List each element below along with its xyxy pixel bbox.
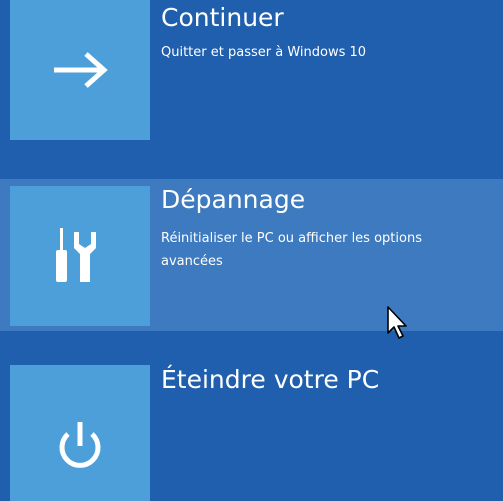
- tools-icon: [56, 228, 96, 282]
- mouse-cursor-icon: [387, 306, 407, 339]
- power-icon: [59, 422, 101, 468]
- option-continue[interactable]: Continuer Quitter et passer à Windows 10: [0, 0, 503, 154]
- option-troubleshoot-title: Dépannage: [161, 185, 306, 214]
- boot-options-screen: Continuer Quitter et passer à Windows 10…: [0, 0, 503, 501]
- option-continue-description: Quitter et passer à Windows 10: [161, 45, 367, 60]
- option-troubleshoot-description: Réinitialiser le PC ou afficher les opti…: [161, 231, 422, 269]
- option-shutdown[interactable]: Éteindre votre PC: [0, 358, 503, 501]
- option-troubleshoot[interactable]: Dépannage Réinitialiser le PC ou affiche…: [0, 179, 503, 331]
- option-troubleshoot-tile[interactable]: [10, 186, 150, 326]
- option-continue-title: Continuer: [161, 3, 284, 32]
- option-shutdown-tile[interactable]: [10, 365, 150, 501]
- option-shutdown-title: Éteindre votre PC: [161, 365, 380, 394]
- arrow-right-icon: [54, 52, 108, 88]
- option-continue-tile[interactable]: [10, 0, 150, 140]
